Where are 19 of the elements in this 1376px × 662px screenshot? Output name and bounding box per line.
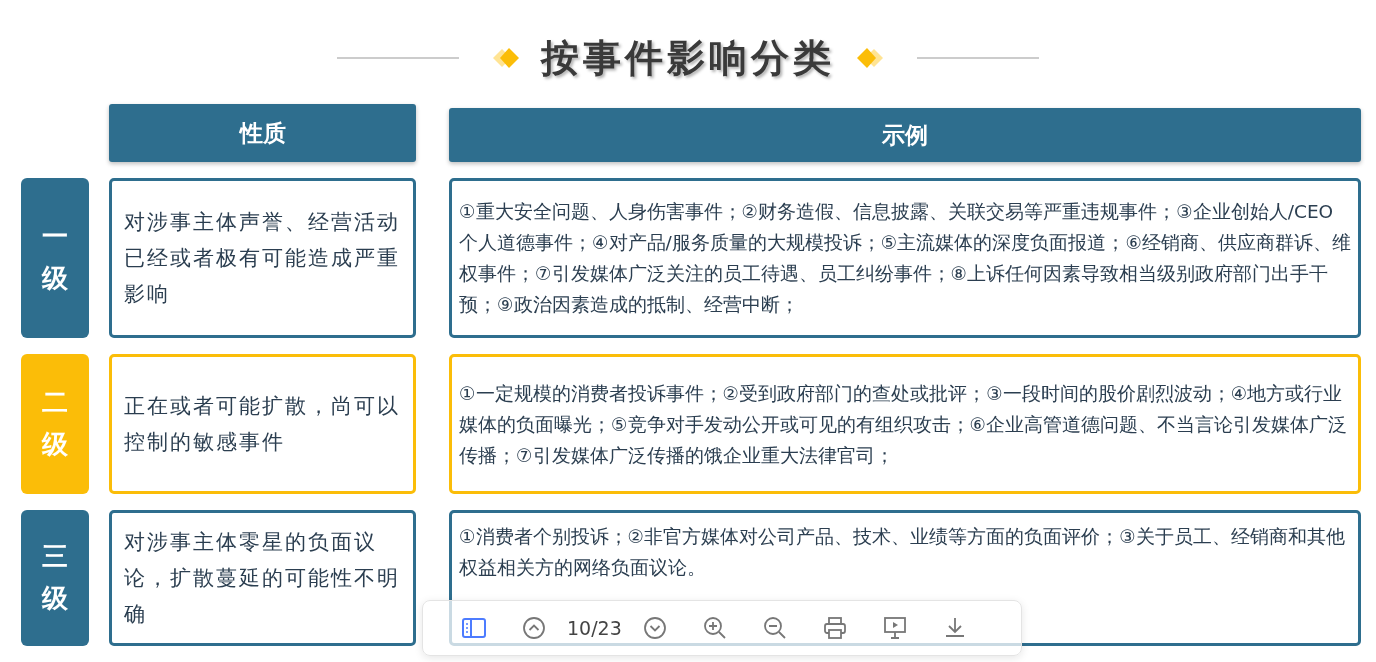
column-header: 性质: [109, 104, 416, 162]
sidebar-icon[interactable]: [461, 617, 487, 639]
page-down-icon[interactable]: [641, 615, 668, 641]
slide-title: 按事件影响分类: [541, 34, 835, 82]
presentation-icon[interactable]: [881, 615, 908, 641]
nature-cell: 正在或者可能扩散，尚可以控制的敏感事件: [109, 354, 416, 494]
page-indicator[interactable]: 10/23: [567, 617, 622, 639]
page-up-icon[interactable]: [521, 615, 547, 641]
column-header: 示例: [449, 108, 1361, 162]
examples-cell: ①一定规模的消费者投诉事件；②受到政府部门的查处或批评；③一段时间的股价剧烈波动；④地方或行业媒体的负面曝光；⑤竞争对手发动公开或可见的有组织攻击；⑥企业高管道德问题、不当言论引发媒体广泛传播；⑦引发媒体广泛传播的饿企业重大法律官司；: [449, 354, 1361, 494]
level-badge: 二级: [21, 354, 89, 494]
zoom-in-icon[interactable]: [701, 615, 728, 641]
level-badge: 一级: [21, 178, 89, 338]
print-icon[interactable]: [821, 615, 848, 641]
zoom-out-icon[interactable]: [761, 615, 788, 641]
examples-cell: ①重大安全问题、人身伤害事件；②财务造假、信息披露、关联交易等严重违规事件；③企业创始人/CEO个人道德事件；④对产品/服务质量的大规模投诉；⑤主流媒体的深度负面报道；⑥经销商、供应商群诉、维权事件；⑦引发媒体广泛关注的员工待遇、员工纠纷事件；⑧上诉任何因素导致相当级别政府部门出手干预；⑨政治因素造成的抵制、经营中断；: [449, 178, 1361, 338]
level-badge: 三级: [21, 510, 89, 646]
nature-cell: 对涉事主体声誉、经营活动已经或者极有可能造成严重影响: [109, 178, 416, 338]
nature-cell: 对涉事主体零星的负面议论，扩散蔓延的可能性不明确: [109, 510, 416, 646]
